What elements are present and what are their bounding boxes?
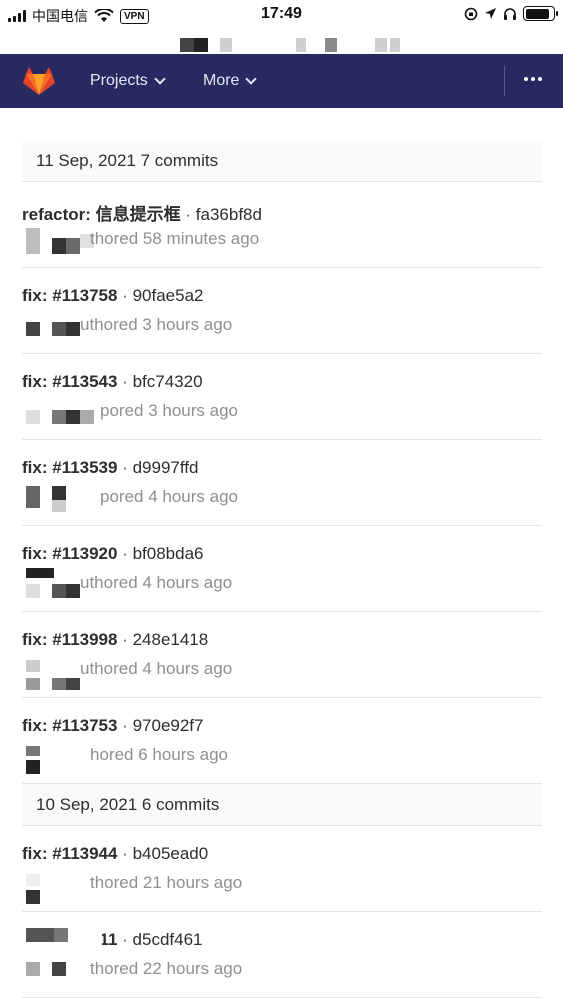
commit-row[interactable]: fix: #113998 · 248e1418 uthored 4 hours … (22, 612, 542, 698)
chevron-down-icon (245, 73, 258, 85)
commit-row[interactable]: fix: #113944 · b405ead0 thored 21 hours … (22, 826, 542, 912)
commit-meta: uthored 3 hours ago (80, 315, 233, 334)
commit-meta: thored 22 hours ago (90, 959, 243, 978)
commit-row[interactable]: refactor: 信息提示框 · fa36bf8d thored 58 min… (22, 182, 542, 268)
commit-meta: thored 21 hours ago (90, 873, 243, 892)
commit-message[interactable]: fix: #113920 (22, 544, 117, 563)
commit-sha[interactable]: bfc74320 (133, 372, 203, 391)
commit-day-count: 6 commits (141, 794, 220, 814)
nav-more[interactable]: More (203, 54, 258, 108)
commit-sha[interactable]: 970e92f7 (133, 716, 204, 735)
header-divider (504, 66, 505, 96)
commit-day-date: 10 Sep, 2021 (36, 794, 138, 814)
commit-message[interactable]: fix: #113758 (22, 286, 117, 305)
commit-sha[interactable]: 248e1418 (133, 630, 209, 649)
headphones-icon (504, 7, 516, 20)
author-obscured (22, 482, 102, 516)
nav-projects-label: Projects (90, 72, 148, 89)
nav-projects[interactable]: Projects (90, 54, 166, 108)
commit-sha[interactable]: bf08bda6 (133, 544, 204, 563)
commit-day-header: 10 Sep, 2021 6 commits (22, 784, 542, 826)
address-bar-obscured (0, 30, 563, 54)
commit-row[interactable]: fix: #113920 · bf08bda6 uthored 4 hours … (22, 526, 542, 612)
more-options-icon[interactable] (524, 77, 542, 81)
commit-meta: thored 58 minutes ago (90, 229, 260, 248)
commit-meta: hored 6 hours ago (90, 745, 228, 764)
commit-row[interactable]: 311 · d5cdf461 thored 22 hours ago (22, 912, 542, 998)
commit-sha[interactable]: fa36bf8d (196, 205, 262, 224)
commit-sha[interactable]: 90fae5a2 (133, 286, 204, 305)
commit-sha[interactable]: d9997ffd (133, 458, 199, 477)
commit-sha[interactable]: d5cdf461 (133, 930, 203, 949)
commit-row[interactable]: fix: #113753 · 970e92f7 hored 6 hours ag… (22, 698, 542, 784)
commit-message[interactable]: fix: #113753 (22, 716, 117, 735)
commit-message[interactable]: fix: #113944 (22, 844, 117, 863)
commit-message[interactable]: fix: #113539 (22, 458, 117, 477)
commit-meta: pored 4 hours ago (100, 487, 238, 506)
commit-meta: pored 3 hours ago (100, 401, 238, 420)
commit-row[interactable]: fix: #113758 · 90fae5a2 uthored 3 hours … (22, 268, 542, 354)
commit-day-count: 7 commits (140, 150, 219, 170)
author-obscured (22, 396, 102, 430)
commit-sha[interactable]: b405ead0 (133, 844, 209, 863)
status-bar: 中国电信 VPN 17:49 (0, 0, 563, 30)
commit-message[interactable]: fix: #113998 (22, 630, 117, 649)
battery-icon (523, 6, 558, 21)
commit-day-date: 11 Sep, 2021 (36, 150, 136, 170)
commit-meta: uthored 4 hours ago (80, 659, 233, 678)
commit-list: 11 Sep, 2021 7 commits refactor: 信息提示框 ·… (22, 140, 542, 998)
top-navbar: Projects More (0, 54, 563, 108)
commit-day-header: 11 Sep, 2021 7 commits (22, 140, 542, 182)
gitlab-logo-icon[interactable] (22, 66, 56, 96)
rotation-lock-icon (464, 7, 478, 20)
commit-meta: uthored 4 hours ago (80, 573, 233, 592)
commit-row[interactable]: fix: #113539 · d9997ffd pored 4 hours ag… (22, 440, 542, 526)
location-icon (485, 8, 496, 19)
chevron-down-icon (154, 73, 166, 85)
nav-more-label: More (203, 72, 240, 89)
commit-message[interactable]: fix: #113543 (22, 372, 117, 391)
commit-row[interactable]: fix: #113543 · bfc74320 pored 3 hours ag… (22, 354, 542, 440)
commit-message[interactable]: refactor: 信息提示框 (22, 205, 181, 224)
